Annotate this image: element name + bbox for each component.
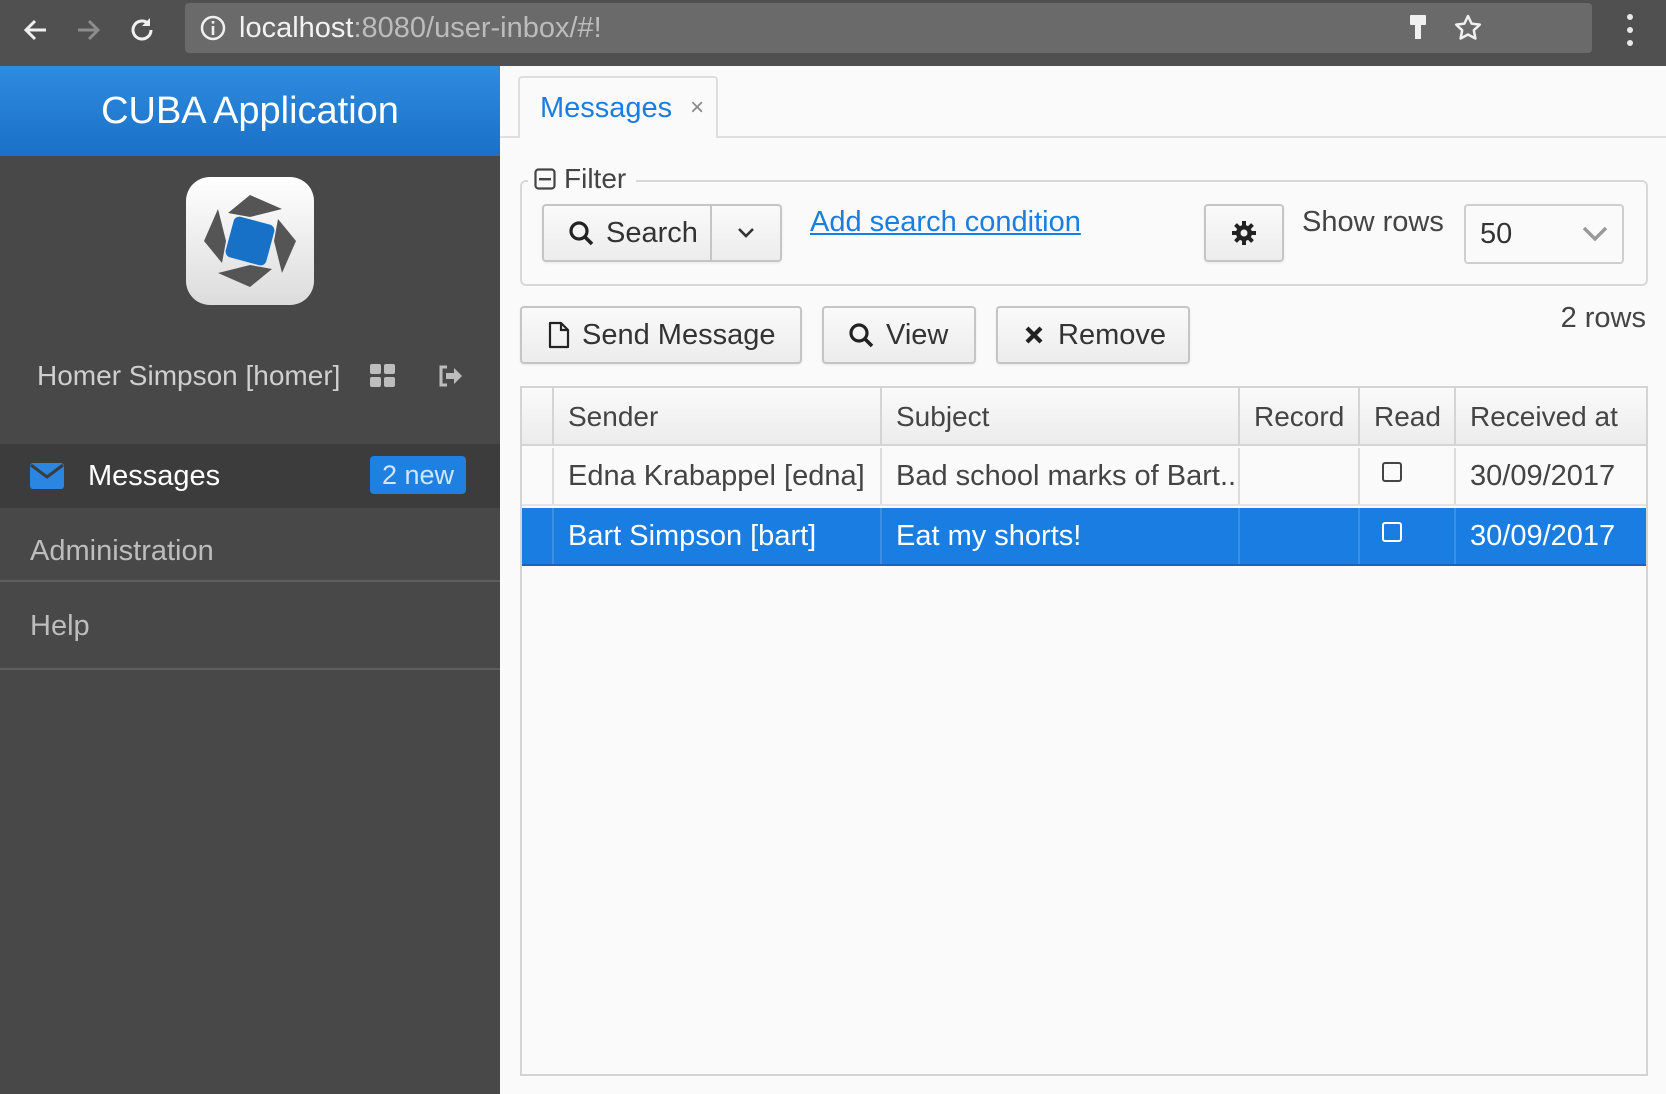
close-icon	[1024, 325, 1044, 345]
user-name: Homer Simpson [homer]	[37, 360, 341, 391]
file-icon	[548, 321, 570, 349]
cell-received-at: 30/09/2017	[1454, 448, 1646, 504]
rows-per-page-select[interactable]: 50	[1464, 204, 1624, 264]
messages-table: Sender Subject Record Read Received at E…	[520, 386, 1648, 1076]
tab-messages[interactable]: Messages ×	[518, 76, 718, 138]
cell-subject: Eat my shorts!	[880, 508, 1238, 564]
cell-sender: Bart Simpson [bart]	[552, 508, 880, 564]
bookmark-star-icon[interactable]	[1453, 13, 1483, 43]
cell-record	[1238, 508, 1358, 564]
search-options-dropdown[interactable]	[712, 206, 780, 260]
view-label: View	[886, 318, 949, 351]
forward-arrow-icon[interactable]	[66, 8, 110, 52]
table-row[interactable]: Edna Krabappel [edna] Bad school marks o…	[522, 448, 1646, 506]
divider	[0, 580, 500, 582]
filter-settings-button[interactable]	[1204, 204, 1284, 262]
filter-toggle[interactable]: Filter	[528, 161, 637, 197]
app-title: CUBA Application	[101, 89, 399, 132]
gear-icon	[1231, 220, 1257, 246]
read-checkbox	[1382, 522, 1402, 542]
table-row[interactable]: Bart Simpson [bart] Eat my shorts! 30/09…	[522, 508, 1646, 566]
tab-label: Messages	[540, 91, 673, 124]
collapse-icon	[534, 168, 556, 190]
send-message-label: Send Message	[582, 318, 776, 351]
logout-icon[interactable]	[436, 362, 464, 390]
column-header-read[interactable]: Read	[1358, 388, 1454, 446]
sidebar-item-label: Administration	[30, 534, 214, 567]
search-icon	[848, 322, 874, 348]
show-rows-label: Show rows	[1302, 206, 1444, 238]
envelope-icon	[30, 463, 64, 489]
add-search-condition-link[interactable]: Add search condition	[810, 206, 1081, 239]
app-logo	[186, 177, 314, 305]
url-text: localhost:8080/user-inbox/#!	[239, 11, 602, 44]
cell-received-at: 30/09/2017	[1454, 508, 1646, 564]
info-icon[interactable]	[199, 14, 227, 42]
filter-legend-label: Filter	[564, 163, 627, 194]
sidebar-item-help[interactable]: Help	[0, 583, 500, 669]
rows-count: 2 rows	[1560, 302, 1646, 334]
cell-read	[1358, 508, 1454, 564]
remove-label: Remove	[1058, 318, 1166, 351]
send-message-button[interactable]: Send Message	[520, 306, 802, 364]
view-button[interactable]: View	[822, 306, 976, 364]
cell-sender: Edna Krabappel [edna]	[552, 448, 880, 504]
column-header-sender[interactable]: Sender	[552, 388, 880, 446]
address-bar[interactable]: localhost:8080/user-inbox/#!	[185, 3, 1592, 53]
sidebar: CUBA Application Homer Simpson [homer] M…	[0, 66, 500, 1094]
app-grid-icon[interactable]	[369, 362, 397, 390]
column-header-record[interactable]: Record	[1238, 388, 1358, 446]
read-checkbox	[1382, 462, 1402, 482]
column-header-subject[interactable]: Subject	[880, 388, 1238, 446]
divider	[0, 668, 500, 670]
cell-record	[1238, 448, 1358, 504]
sidebar-item-label: Messages	[88, 459, 221, 492]
remove-button[interactable]: Remove	[996, 306, 1190, 364]
column-header-received-at[interactable]: Received at	[1454, 388, 1646, 446]
cell-subject: Bad school marks of Bart...	[880, 448, 1238, 504]
reload-icon[interactable]	[120, 8, 164, 52]
sidebar-item-messages[interactable]: Messages 2 new	[0, 444, 500, 508]
back-arrow-icon[interactable]	[14, 8, 58, 52]
browser-toolbar: localhost:8080/user-inbox/#!	[0, 0, 1666, 66]
user-info: Homer Simpson [homer]	[37, 356, 340, 396]
main-content: Messages × Filter Search Add search cond…	[500, 66, 1666, 1094]
search-button[interactable]: Search	[544, 206, 712, 260]
browser-menu-icon[interactable]	[1618, 10, 1642, 50]
chevron-down-icon	[738, 228, 754, 238]
search-label: Search	[606, 216, 698, 249]
table-header: Sender Subject Record Read Received at	[522, 388, 1646, 446]
cell-read	[1358, 448, 1454, 504]
new-messages-badge: 2 new	[370, 456, 467, 494]
sidebar-item-label: Help	[30, 609, 90, 642]
tab-close-icon[interactable]: ×	[690, 94, 704, 122]
rows-per-page-value: 50	[1480, 217, 1513, 250]
search-button-group: Search	[542, 204, 782, 262]
chevron-down-icon	[1582, 226, 1608, 242]
extension-icon[interactable]	[1403, 13, 1433, 43]
app-header: CUBA Application	[0, 66, 500, 156]
search-icon	[568, 220, 594, 246]
